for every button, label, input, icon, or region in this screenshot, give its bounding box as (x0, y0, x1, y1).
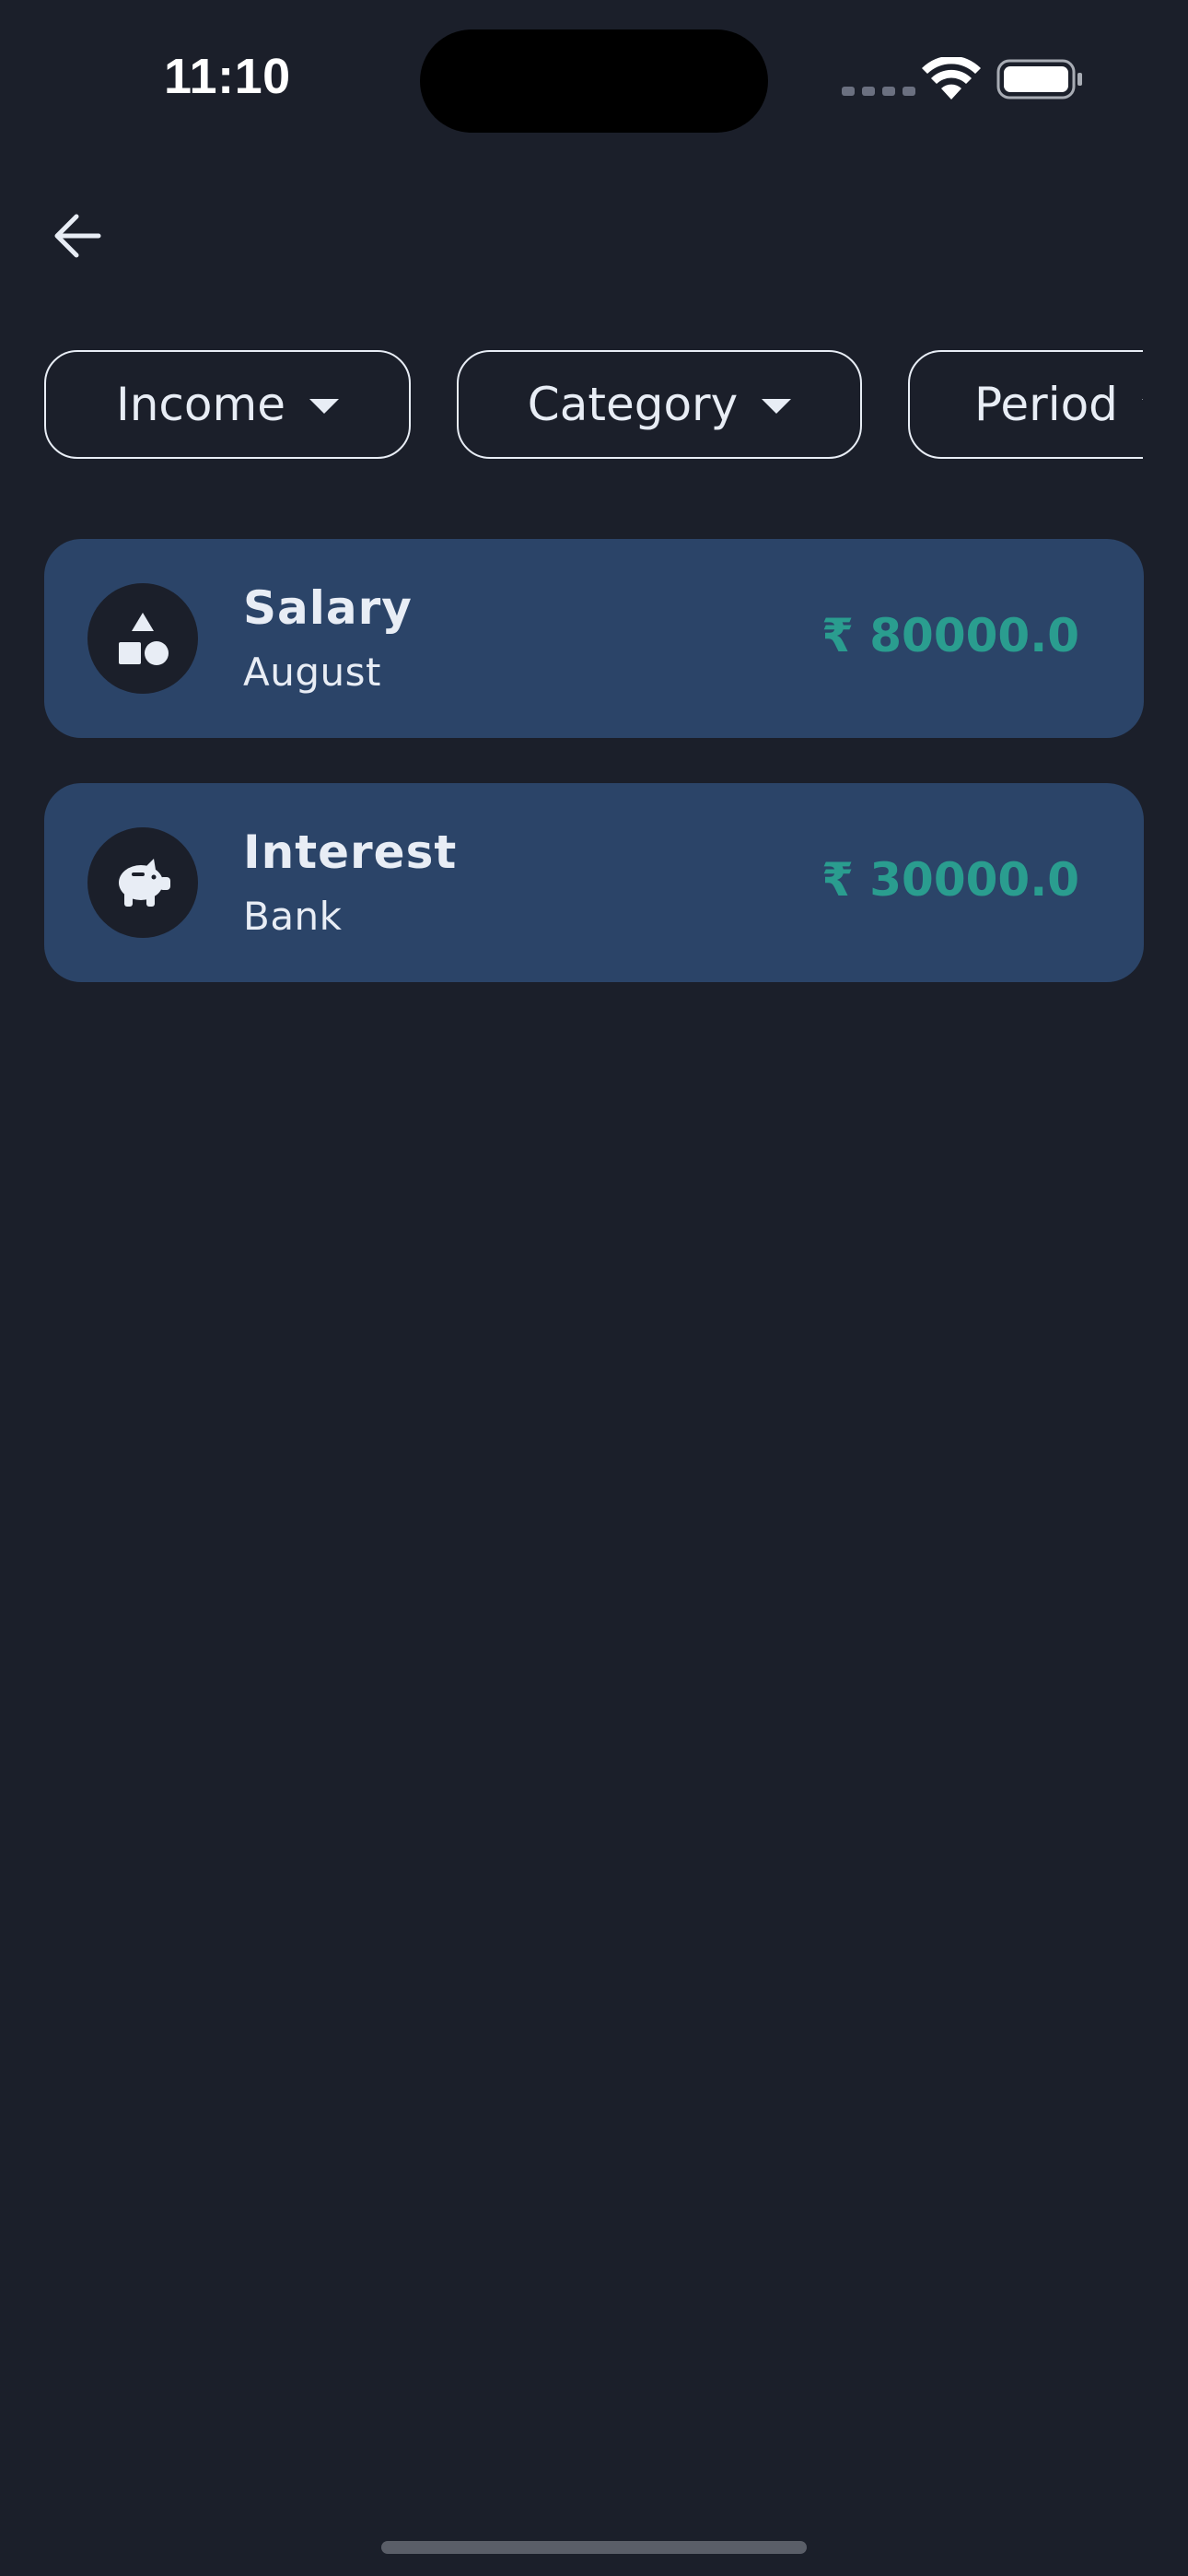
cellular-signal-icon (842, 87, 915, 96)
category-filter-label: Category (527, 378, 739, 431)
period-filter-chip[interactable]: Period (908, 350, 1143, 459)
battery-full-icon (996, 59, 1082, 100)
caret-down-icon (762, 399, 792, 414)
arrow-left-icon (54, 214, 101, 258)
category-filter-chip[interactable]: Category (457, 350, 862, 459)
piggy-bank-icon (119, 859, 170, 907)
shapes-icon (119, 613, 169, 665)
caret-down-icon (309, 399, 339, 414)
back-button[interactable] (46, 205, 109, 267)
transaction-subtitle: Bank (243, 894, 343, 939)
home-indicator[interactable] (381, 2541, 807, 2554)
category-avatar (87, 827, 198, 938)
income-filter-chip[interactable]: Income (44, 350, 411, 459)
income-transactions-screen: 11:10 Income Category Period Salary Augu… (0, 0, 1188, 2576)
transaction-card[interactable]: Interest Bank ₹ 30000.0 (44, 783, 1144, 982)
transaction-amount: ₹ 30000.0 (821, 853, 1079, 907)
filter-bar: Income Category Period (44, 350, 1143, 463)
status-time: 11:10 (164, 49, 291, 104)
transaction-title: Salary (243, 581, 413, 635)
wifi-icon (922, 57, 981, 100)
transaction-title: Interest (243, 825, 458, 879)
caret-down-icon (1141, 399, 1143, 414)
period-filter-label: Period (974, 378, 1118, 431)
transaction-subtitle: August (243, 650, 381, 695)
transaction-amount: ₹ 80000.0 (821, 609, 1079, 662)
category-avatar (87, 583, 198, 694)
dynamic-island (420, 29, 768, 133)
income-filter-label: Income (116, 378, 285, 431)
transaction-card[interactable]: Salary August ₹ 80000.0 (44, 539, 1144, 738)
